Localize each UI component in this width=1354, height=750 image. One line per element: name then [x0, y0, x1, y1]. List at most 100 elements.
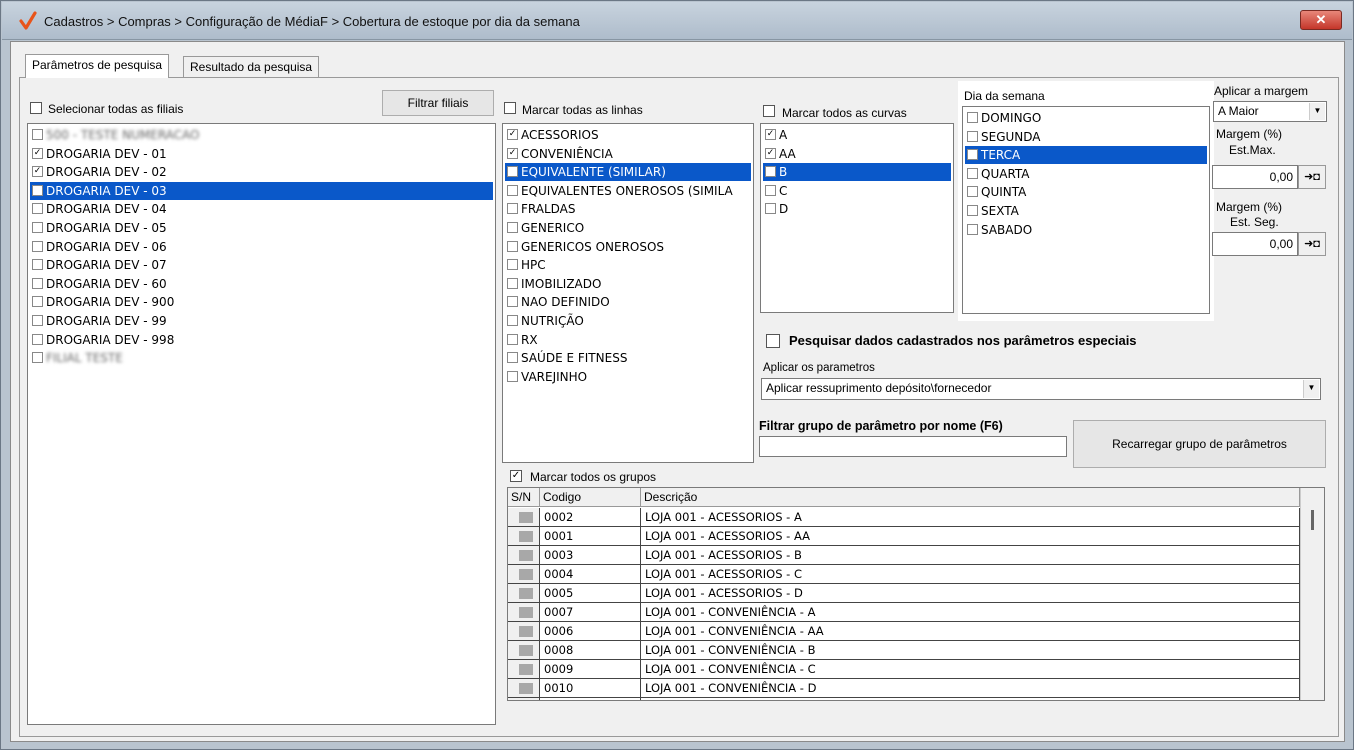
filial-item[interactable]: DROGARIA DEV - 998	[30, 331, 493, 349]
grupos-grid[interactable]: S/N Codigo Descrição 0002 LOJA 001 - ACES…	[507, 487, 1325, 701]
checkbox-icon[interactable]	[32, 259, 43, 271]
dia-semana-list[interactable]: DOMINGO SEGUNDA ✓ TERCA QUARTA QUINTA SEXTA SAB…	[962, 106, 1210, 314]
curva-item[interactable]: ✓ A	[763, 126, 951, 144]
row-toggle-icon[interactable]	[519, 645, 533, 656]
linha-item[interactable]: HPC	[505, 256, 751, 274]
checkbox-icon[interactable]	[32, 222, 43, 233]
select-all-grupos-checkbox[interactable]: ✓	[510, 470, 522, 482]
checkbox-checked-icon[interactable]: ✓	[507, 166, 518, 178]
checkbox-checked-icon[interactable]: ✓	[32, 147, 43, 159]
linhas-list[interactable]: ✓ ACESSORIOS ✓ CONVENIÊNCIA ✓ EQUIVALENTE (SI…	[502, 123, 754, 463]
codigo-cell[interactable]: 0012	[540, 698, 641, 700]
checkbox-icon[interactable]	[967, 186, 978, 198]
recarregar-grupo-button[interactable]: Recarregar grupo de parâmetros	[1073, 420, 1326, 468]
checkbox-icon[interactable]	[967, 223, 978, 235]
codigo-cell[interactable]: 0009	[540, 660, 641, 679]
sn-cell[interactable]	[508, 527, 540, 546]
descricao-cell[interactable]: LOJA 001 - ACESSORIOS - B	[641, 546, 1300, 565]
linha-item[interactable]: FRALDAS	[505, 200, 751, 218]
checkbox-icon[interactable]	[507, 259, 518, 271]
checkbox-icon[interactable]	[507, 184, 518, 196]
checkbox-icon[interactable]	[507, 333, 518, 345]
dia-item[interactable]: SEGUNDA	[965, 128, 1207, 146]
filial-item[interactable]: ✓ DROGARIA DEV - 03	[30, 181, 493, 200]
filial-item[interactable]: 500 - TESTE NUMERACAO	[30, 126, 493, 144]
table-row[interactable]: 0002 LOJA 001 - ACESSORIOS - A	[508, 508, 1300, 527]
table-row[interactable]: 0003 LOJA 001 - ACESSORIOS - B	[508, 546, 1300, 565]
linha-item[interactable]: GENERICOS ONEROSOS	[505, 238, 751, 256]
checkbox-icon[interactable]	[507, 370, 518, 382]
row-toggle-icon[interactable]	[519, 664, 533, 675]
filial-item[interactable]: DROGARIA DEV - 99	[30, 312, 493, 330]
linha-item[interactable]: EQUIVALENTES ONEROSOS (SIMILA	[505, 182, 751, 200]
checkbox-checked-icon[interactable]: ✓	[32, 166, 43, 178]
chevron-down-icon[interactable]: ▼	[1309, 103, 1325, 120]
linha-item[interactable]: NAO DEFINIDO	[505, 293, 751, 311]
descricao-cell[interactable]: LOJA 001 - ACESSORIOS - A	[641, 508, 1300, 527]
linha-item[interactable]: NUTRIÇÃO	[505, 312, 751, 330]
checkbox-icon[interactable]	[32, 129, 43, 140]
filial-item[interactable]: DROGARIA DEV - 05	[30, 219, 493, 237]
table-row[interactable]: 0006 LOJA 001 - CONVENIÊNCIA - AA	[508, 622, 1300, 641]
checkbox-checked-icon[interactable]: ✓	[507, 129, 518, 140]
linha-item[interactable]: RX	[505, 331, 751, 349]
dia-item[interactable]: QUINTA	[965, 183, 1207, 201]
checkbox-icon[interactable]	[32, 277, 43, 289]
descricao-cell[interactable]: LOJA 001 - ACESSORIOS - C	[641, 565, 1300, 584]
sn-cell[interactable]	[508, 679, 540, 698]
dia-item[interactable]: SEXTA	[965, 202, 1207, 220]
aplicar-parametros-select[interactable]: Aplicar ressuprimento depósito\fornecedo…	[761, 378, 1321, 400]
checkbox-icon[interactable]	[765, 203, 776, 215]
sn-cell[interactable]	[508, 546, 540, 565]
descricao-cell[interactable]: LOJA 001 - CONVENIÊNCIA - B	[641, 641, 1300, 660]
codigo-cell[interactable]: 0007	[540, 603, 641, 622]
row-toggle-icon[interactable]	[519, 569, 533, 580]
margem-estseg-input[interactable]: 0,00	[1212, 232, 1298, 256]
filtrar-grupo-input[interactable]	[759, 436, 1067, 457]
linha-item[interactable]: ✓ EQUIVALENTE (SIMILAR)	[505, 163, 751, 182]
row-toggle-icon[interactable]	[519, 626, 533, 637]
linha-item[interactable]: VAREJINHO	[505, 368, 751, 386]
filiais-list[interactable]: 500 - TESTE NUMERACAO ✓ DROGARIA DEV - 01 ✓…	[27, 123, 496, 725]
linha-item[interactable]: SAÚDE E FITNESS	[505, 349, 751, 367]
chevron-down-icon[interactable]: ▼	[1303, 380, 1319, 398]
filial-item[interactable]: DROGARIA DEV - 07	[30, 256, 493, 274]
select-all-filiais-checkbox[interactable]	[30, 102, 42, 114]
checkbox-icon[interactable]	[507, 296, 518, 308]
aplicar-margem-select[interactable]: A Maior ▼	[1213, 101, 1327, 122]
col-codigo-header[interactable]: Codigo	[540, 488, 641, 507]
checkbox-icon[interactable]	[967, 205, 978, 216]
checkbox-icon[interactable]	[967, 112, 978, 123]
grid-scrollbar[interactable]	[1300, 488, 1324, 700]
col-sn-header[interactable]: S/N	[508, 488, 540, 507]
descricao-cell[interactable]: LOJA 001 - ACESSORIOS - D	[641, 584, 1300, 603]
sn-cell[interactable]	[508, 584, 540, 603]
checkbox-checked-icon[interactable]: ✓	[32, 184, 43, 196]
close-button[interactable]: ✕	[1300, 10, 1342, 30]
grid-scroll-thumb[interactable]	[1311, 510, 1314, 530]
filial-item[interactable]: DROGARIA DEV - 04	[30, 200, 493, 218]
checkbox-icon[interactable]	[32, 240, 43, 252]
dia-item[interactable]: QUARTA	[965, 165, 1207, 183]
codigo-cell[interactable]: 0005	[540, 584, 641, 603]
sn-cell[interactable]	[508, 641, 540, 660]
filial-item[interactable]: DROGARIA DEV - 60	[30, 275, 493, 293]
codigo-cell[interactable]: 0004	[540, 565, 641, 584]
col-descricao-header[interactable]: Descrição	[641, 488, 1300, 507]
checkbox-checked-icon[interactable]: ✓	[967, 149, 978, 161]
descricao-cell[interactable]: LOJA 001 - CONVENIÊNCIA - C	[641, 660, 1300, 679]
especiais-checkbox[interactable]	[766, 334, 780, 348]
linha-item[interactable]: IMOBILIZADO	[505, 275, 751, 293]
codigo-cell[interactable]: 0001	[540, 527, 641, 546]
filial-item[interactable]: DROGARIA DEV - 900	[30, 293, 493, 311]
linha-item[interactable]: ✓ CONVENIÊNCIA	[505, 145, 751, 163]
row-toggle-icon[interactable]	[519, 512, 533, 523]
table-row[interactable]: 0009 LOJA 001 - CONVENIÊNCIA - C	[508, 660, 1300, 679]
sn-cell[interactable]	[508, 565, 540, 584]
codigo-cell[interactable]: 0006	[540, 622, 641, 641]
table-row[interactable]: 0001 LOJA 001 - ACESSORIOS - AA	[508, 527, 1300, 546]
dia-item[interactable]: DOMINGO	[965, 109, 1207, 127]
curva-item[interactable]: ✓ B	[763, 163, 951, 182]
checkbox-checked-icon[interactable]: ✓	[507, 147, 518, 159]
checkbox-icon[interactable]	[967, 167, 978, 179]
